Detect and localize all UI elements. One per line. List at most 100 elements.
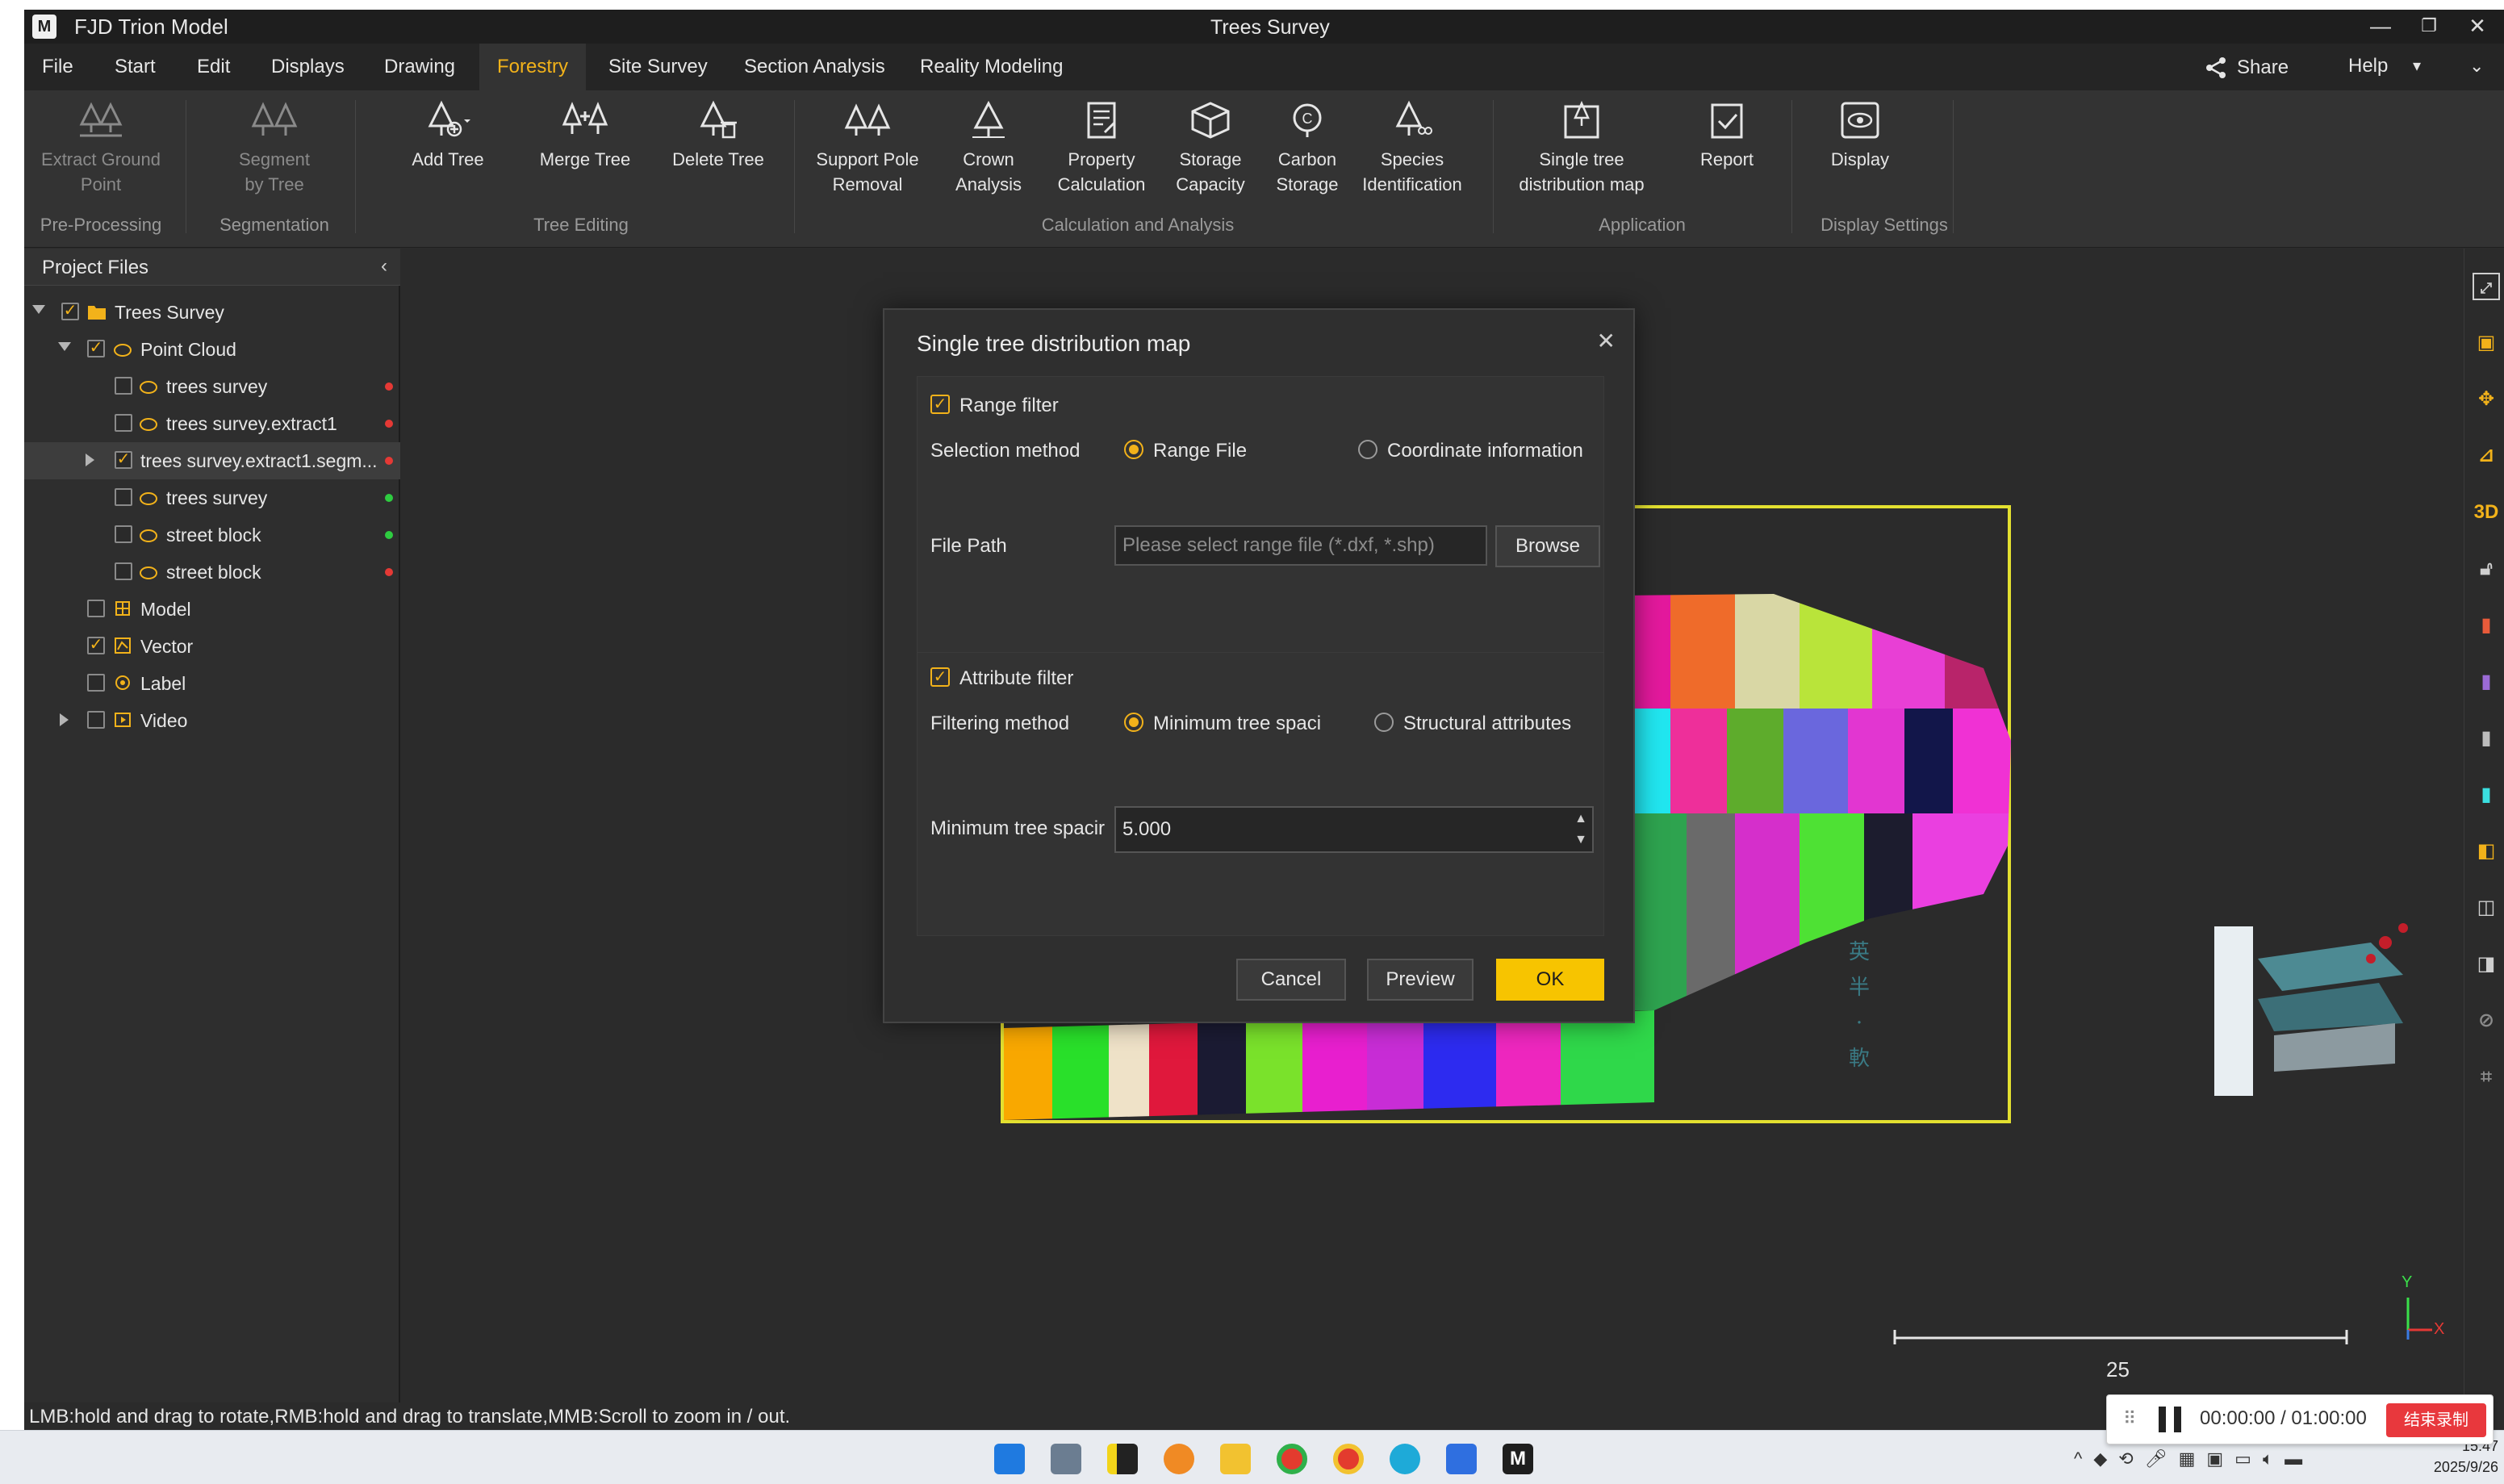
range-file-radio[interactable] xyxy=(1124,440,1143,459)
coordinate-info-radio[interactable] xyxy=(1358,440,1377,459)
file-path-input[interactable] xyxy=(1114,525,1487,566)
expand-arrow-icon[interactable] xyxy=(60,713,69,726)
edge-icon[interactable] xyxy=(1390,1444,1420,1474)
carbon-storage-button[interactable]: C Carbon Storage xyxy=(1259,90,1356,219)
tree-checkbox[interactable]: ✓ xyxy=(115,451,132,469)
menu-forestry[interactable]: Forestry xyxy=(479,44,587,90)
tree-checkbox[interactable] xyxy=(115,488,132,506)
view-3d-icon[interactable]: 3D xyxy=(2473,499,2500,526)
pause-icon[interactable] xyxy=(2159,1407,2181,1432)
spin-down-icon[interactable]: ▼ xyxy=(1571,830,1591,850)
app-icon-database[interactable] xyxy=(1051,1444,1081,1474)
menu-section-analysis[interactable]: Section Analysis xyxy=(726,44,903,90)
drag-handle-icon[interactable]: ⠿ xyxy=(2123,1408,2136,1429)
stop-recording-button[interactable]: 结束录制 xyxy=(2386,1403,2486,1437)
share-button[interactable]: Share xyxy=(2203,52,2289,84)
tree-item-video[interactable]: Video xyxy=(24,702,400,739)
chrome-icon[interactable] xyxy=(1277,1444,1307,1474)
menu-start[interactable]: Start xyxy=(97,44,173,90)
tree-item-trees-survey[interactable]: ✓ Trees Survey xyxy=(24,294,400,331)
attribute-filter-checkbox[interactable]: ✓ xyxy=(930,667,950,687)
tree-checkbox[interactable] xyxy=(115,562,132,580)
close-window-button[interactable]: ✕ xyxy=(2453,10,2502,44)
ribbon-collapse-icon[interactable]: ⌄ xyxy=(2469,44,2484,90)
color-bar-icon[interactable]: ▮ xyxy=(2473,612,2500,639)
dialog-close-icon[interactable]: ✕ xyxy=(1597,328,1616,354)
menu-edit[interactable]: Edit xyxy=(179,44,248,90)
app-icon-messenger[interactable] xyxy=(1446,1444,1477,1474)
tree-checkbox[interactable]: ✓ xyxy=(87,340,105,357)
tree-checkbox[interactable]: ✓ xyxy=(87,637,105,654)
tree-checkbox[interactable] xyxy=(87,711,105,729)
clip-off-icon[interactable]: ⊘ xyxy=(2473,1007,2500,1035)
browse-button[interactable]: Browse xyxy=(1495,525,1600,567)
side-view-icon[interactable]: ◨ xyxy=(2473,951,2500,978)
structural-attributes-radio[interactable] xyxy=(1374,713,1394,732)
property-calculation-button[interactable]: Property Calculation xyxy=(1041,90,1162,219)
cancel-button[interactable]: Cancel xyxy=(1236,959,1346,1001)
measure-icon[interactable]: ⊿ xyxy=(2473,442,2500,470)
preview-button[interactable]: Preview xyxy=(1367,959,1474,1001)
extract-ground-point-button[interactable]: Extract Ground Point xyxy=(32,90,169,219)
help-button[interactable]: Help xyxy=(2348,44,2388,90)
minimize-button[interactable]: — xyxy=(2356,10,2405,44)
tree-item-label[interactable]: Label xyxy=(24,665,400,702)
help-dropdown-icon[interactable]: ▾ xyxy=(2413,44,2421,90)
search-icon[interactable] xyxy=(1164,1444,1194,1474)
file-explorer-icon[interactable] xyxy=(1220,1444,1251,1474)
view-box-icon[interactable]: ▣ xyxy=(2473,329,2500,357)
menu-displays[interactable]: Displays xyxy=(253,44,362,90)
tree-item-extract1-segm[interactable]: ✓ trees survey.extract1.segm... xyxy=(24,442,400,479)
navigation-icon[interactable]: ✥ xyxy=(2473,386,2500,413)
tree-checkbox[interactable] xyxy=(115,377,132,395)
tree-checkbox[interactable] xyxy=(87,600,105,617)
storage-capacity-button[interactable]: Storage Capacity xyxy=(1162,90,1259,219)
spin-up-icon[interactable]: ▲ xyxy=(1571,809,1591,829)
tree-item-trees-survey-2[interactable]: trees survey xyxy=(24,479,400,516)
min-tree-spacing-input[interactable] xyxy=(1114,806,1594,853)
tree-checkbox[interactable] xyxy=(115,525,132,543)
tree-item-extract1[interactable]: trees survey.extract1 xyxy=(24,405,400,442)
delete-tree-button[interactable]: Delete Tree xyxy=(654,90,783,219)
tree-item-trees-survey-cloud[interactable]: trees survey xyxy=(24,368,400,405)
menu-site-survey[interactable]: Site Survey xyxy=(591,44,725,90)
support-pole-removal-button[interactable]: Support Pole Removal xyxy=(799,90,936,219)
tree-checkbox[interactable] xyxy=(87,674,105,692)
single-tree-distribution-map-button[interactable]: Single tree distribution map xyxy=(1501,90,1662,219)
expand-arrow-icon[interactable] xyxy=(86,454,94,466)
expand-arrow-icon[interactable] xyxy=(58,342,71,351)
windows-start-icon[interactable] xyxy=(994,1444,1025,1474)
ok-button[interactable]: OK xyxy=(1496,959,1604,1001)
restore-button[interactable]: ❐ xyxy=(2405,10,2453,44)
menu-reality-modeling[interactable]: Reality Modeling xyxy=(902,44,1081,90)
add-tree-button[interactable]: Add Tree xyxy=(379,90,516,219)
trion-model-taskbar-icon[interactable]: M xyxy=(1503,1444,1533,1474)
front-view-icon[interactable]: ◫ xyxy=(2473,894,2500,922)
crown-analysis-button[interactable]: Crown Analysis xyxy=(936,90,1041,219)
range-filter-checkbox[interactable]: ✓ xyxy=(930,395,950,414)
tree-item-street-block-2[interactable]: street block xyxy=(24,554,400,591)
tree-item-model[interactable]: Model xyxy=(24,591,400,628)
report-button[interactable]: Report xyxy=(1670,90,1783,219)
rgb-icon[interactable]: ▮ xyxy=(2473,781,2500,809)
tray-icons[interactable]: ^◆⟲🎤︎▦▣▭🔈︎▬ xyxy=(2074,1448,2314,1469)
display-button[interactable]: Display xyxy=(1800,90,1921,219)
segment-by-tree-button[interactable]: Segment by Tree xyxy=(202,90,347,219)
tree-item-street-block[interactable]: street block xyxy=(24,516,400,554)
intensity-icon[interactable]: ▮ xyxy=(2473,725,2500,752)
tree-item-vector[interactable]: ✓ Vector xyxy=(24,628,400,665)
crop-icon[interactable]: ⌗ xyxy=(2473,1064,2500,1091)
chrome-alt-icon[interactable] xyxy=(1333,1444,1364,1474)
species-identification-button[interactable]: Species Identification xyxy=(1348,90,1477,219)
min-tree-spacing-radio[interactable] xyxy=(1124,713,1143,732)
collapse-panel-icon[interactable]: ‹ xyxy=(381,255,387,278)
tree-item-point-cloud[interactable]: ✓ Point Cloud xyxy=(24,331,400,368)
menu-file[interactable]: File xyxy=(24,44,91,90)
box-view-icon[interactable]: ◧ xyxy=(2473,838,2500,865)
app-icon-notes[interactable] xyxy=(1107,1444,1138,1474)
fit-view-icon[interactable]: ⤢ xyxy=(2473,273,2500,300)
lock-icon[interactable]: 🔓︎ xyxy=(2473,555,2500,583)
expand-arrow-icon[interactable] xyxy=(32,305,45,314)
menu-drawing[interactable]: Drawing xyxy=(366,44,473,90)
tree-checkbox[interactable]: ✓ xyxy=(61,303,79,320)
